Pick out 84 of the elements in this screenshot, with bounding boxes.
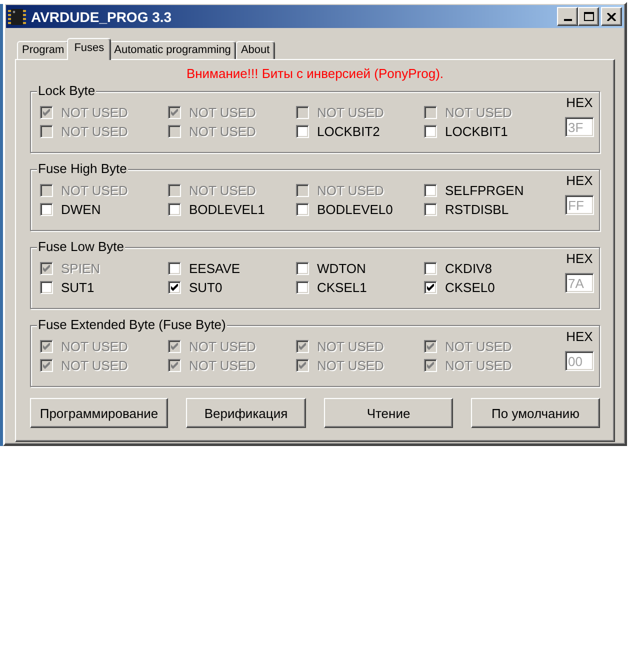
checkbox-label: CKSEL1 [317,280,367,295]
checkmark-icon [43,343,50,350]
checkbox[interactable] [40,281,53,294]
checkbox-label: SPIEN [61,261,100,276]
checkbox-label: NOT USED [189,358,256,373]
checkbox-label: NOT USED [189,124,256,139]
checkbox-label: NOT USED [317,339,384,354]
checkbox[interactable] [424,281,437,294]
checkmark-icon [299,362,306,369]
programming-button[interactable]: Программирование [30,398,168,428]
checkmark-icon [299,343,306,350]
checkbox-label: NOT USED [189,183,256,198]
tab[interactable]: Fuses [67,38,112,60]
checkmark-icon [171,109,178,116]
checkbox[interactable] [168,203,181,216]
checkbox-label: NOT USED [61,124,128,139]
minimize-icon [564,19,572,21]
chip-icon [8,8,26,26]
checkmark-icon [427,362,434,369]
hex-label: HEX [566,252,593,266]
group-title: Fuse Low Byte [37,239,125,254]
read-button[interactable]: Чтение [324,398,453,428]
checkbox-label: NOT USED [61,105,128,120]
checkbox[interactable] [168,281,181,294]
maximize-icon [584,12,594,21]
group-title: Fuse Extended Byte (Fuse Byte) [37,317,227,332]
tab[interactable]: Automatic programming [109,41,236,59]
checkmark-icon [43,109,50,116]
checkmark-icon [171,343,178,350]
checkbox-label: NOT USED [317,358,384,373]
checkbox[interactable] [296,262,309,275]
checkbox-label: NOT USED [61,339,128,354]
checkmark-icon [43,362,50,369]
checkbox-label: SELFPRGEN [445,183,524,198]
minimize-button[interactable] [557,7,578,26]
group-title: Lock Byte [37,83,96,98]
checkbox-label: EESAVE [189,261,240,276]
checkbox-label: NOT USED [445,339,512,354]
checkbox[interactable] [296,281,309,294]
tab[interactable]: About [236,41,275,59]
checkbox-label: NOT USED [445,358,512,373]
checkbox-label: NOT USED [317,183,384,198]
checkbox-label: RSTDISBL [445,202,509,217]
window-title: AVRDUDE_PROG 3.3 [31,8,172,24]
checkbox-label: NOT USED [317,105,384,120]
checkbox[interactable] [296,125,309,138]
checkmark-icon [171,362,178,369]
group-title: Fuse High Byte [37,161,128,176]
checkbox-label: SUT0 [189,280,222,295]
checkbox-label: NOT USED [61,358,128,373]
close-button[interactable] [601,7,622,26]
hex-label: HEX [566,174,593,188]
checkbox[interactable] [168,262,181,275]
checkbox-label: DWEN [61,202,101,217]
checkbox-label: NOT USED [189,105,256,120]
checkbox[interactable] [424,203,437,216]
checkmark-icon [43,265,50,272]
checkmark-icon [427,284,434,291]
checkbox[interactable] [40,203,53,216]
verify-button[interactable]: Верификация [186,398,306,428]
checkbox-label: NOT USED [61,183,128,198]
tab[interactable]: Program [17,41,70,59]
checkbox-label: LOCKBIT2 [317,124,380,139]
checkbox-label: WDTON [317,261,366,276]
hex-label: HEX [566,96,593,110]
maximize-button[interactable] [578,7,599,26]
checkmark-icon [171,284,178,291]
checkbox-label: BODLEVEL1 [189,202,265,217]
checkbox[interactable] [424,125,437,138]
checkbox-label: NOT USED [445,105,512,120]
checkbox[interactable] [296,203,309,216]
close-icon [607,12,616,20]
checkbox-label: NOT USED [189,339,256,354]
checkbox-label: CKSEL0 [445,280,495,295]
checkbox[interactable] [424,262,437,275]
checkbox-label: CKDIV8 [445,261,492,276]
checkbox-label: BODLEVEL0 [317,202,393,217]
checkbox-label: SUT1 [61,280,94,295]
default-button[interactable]: По умолчанию [471,398,600,428]
checkbox-label: LOCKBIT1 [445,124,508,139]
warning-text: Внимание!!! Биты с инверсией (PonyProg). [186,66,444,81]
hex-label: HEX [566,330,593,344]
checkmark-icon [427,343,434,350]
checkbox[interactable] [424,184,437,197]
